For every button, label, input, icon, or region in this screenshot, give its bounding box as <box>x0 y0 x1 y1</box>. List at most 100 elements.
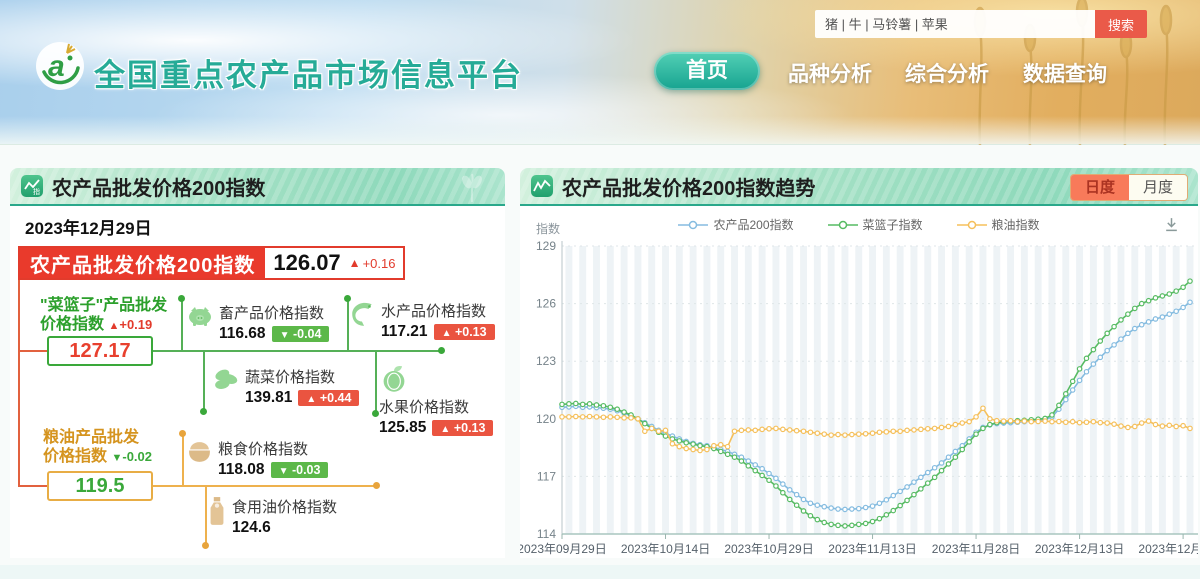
svg-text:2023年11月28日: 2023年11月28日 <box>932 542 1021 556</box>
branch-line <box>203 352 205 410</box>
down-arrow-icon: ▼ <box>111 452 122 464</box>
sub-index-value: 118.08 <box>218 461 265 479</box>
search-button[interactable]: 搜索 <box>1095 10 1147 38</box>
sub-index-value: 139.81 <box>245 389 292 407</box>
fruit-icon <box>379 364 409 394</box>
index-chart-icon: 指 <box>20 174 44 198</box>
branch-dot <box>178 295 185 302</box>
chart-legend: 农产品200指数 菜篮子指数 粮油指数 <box>520 216 1198 233</box>
svg-text:2023年10月29日: 2023年10月29日 <box>724 542 813 556</box>
site-title: 全国重点农产品市场信息平台 <box>94 50 523 95</box>
pig-icon <box>186 302 214 328</box>
sub-index-label: 水果价格指数 <box>379 396 493 417</box>
svg-text:114: 114 <box>537 527 556 541</box>
trend-chart[interactable]: 指数 农产品200指数菜篮子指数粮油指数 1141171201231261292… <box>520 206 1198 558</box>
sub-index-value: 125.85 <box>379 419 426 437</box>
svg-text:126: 126 <box>536 297 556 311</box>
sub-index-label: 粮食价格指数 <box>218 438 328 459</box>
grain-oil-index-value: 119.5 <box>47 471 153 501</box>
sub-index-livestock: 畜产品价格指数 116.68 ▼ -0.04 <box>186 302 329 343</box>
wheat-watermark-icon <box>455 170 489 204</box>
site-logo[interactable]: a <box>34 40 86 92</box>
shrimp-icon <box>350 300 376 328</box>
branch-line <box>347 299 349 350</box>
nav-tab-home[interactable]: 首页 <box>654 52 760 90</box>
index-panel-title: 农产品批发价格200指数 <box>52 172 265 201</box>
toggle-daily[interactable]: 日度 <box>1071 175 1129 200</box>
branch-dot <box>438 347 445 354</box>
sub-index-vegetable: 蔬菜价格指数 139.81 ▲ +0.44 <box>213 366 359 407</box>
hero-banner: a 全国重点农产品市场信息平台 搜索 首页 品种分析 综合分析 数据查询 <box>0 0 1200 145</box>
trend-plot[interactable]: 114 117 120 123 126 129 2023年09月29日 2023年10月14日… <box>520 234 1198 559</box>
change-badge: ▲ +0.13 <box>434 324 495 340</box>
branch-line <box>181 299 183 350</box>
svg-text:117: 117 <box>537 469 556 483</box>
svg-text:120: 120 <box>536 412 556 426</box>
basket-index-title: "菜篮子"产品批发 价格指数 ▲+0.19 <box>40 296 167 336</box>
svg-text:2023年11月13日: 2023年11月13日 <box>828 542 917 556</box>
sub-index-value: 117.21 <box>381 323 428 341</box>
tree-connector <box>18 350 49 352</box>
change-badge: ▼ -0.03 <box>271 462 329 478</box>
sub-index-fruit: 水果价格指数 125.85 ▲ +0.13 <box>379 364 493 437</box>
period-toggle: 日度 月度 <box>1070 174 1188 201</box>
legend-item[interactable]: 粮油指数 <box>957 216 1040 233</box>
grain-branch-line <box>153 485 377 487</box>
legend-item[interactable]: 菜篮子指数 <box>828 216 923 233</box>
oil-bottle-icon <box>207 496 227 526</box>
sub-index-label: 畜产品价格指数 <box>219 302 329 323</box>
index-panel: 指 农产品批发价格200指数 2023年12月29日 农产品批发价格200指数 … <box>10 168 505 558</box>
nav-tab-comprehensive-analysis[interactable]: 综合分析 <box>905 58 989 88</box>
sub-index-label: 蔬菜价格指数 <box>245 366 359 387</box>
sub-index-oil: 食用油价格指数 124.6 <box>207 496 337 537</box>
nav-tab-variety-analysis[interactable]: 品种分析 <box>788 58 872 88</box>
svg-text:123: 123 <box>536 354 556 368</box>
branch-dot <box>200 408 207 415</box>
svg-text:2023年10月14日: 2023年10月14日 <box>621 542 710 556</box>
main-index-change: ▲ +0.16 <box>349 248 404 278</box>
bottom-section <box>0 565 1200 579</box>
trend-panel-title: 农产品批发价格200指数趋势 <box>562 172 815 201</box>
main-index-value: 126.07 <box>265 248 348 278</box>
sub-index-aquatic: 水产品价格指数 117.21 ▲ +0.13 <box>350 300 495 341</box>
branch-line <box>182 434 184 485</box>
page: a 全国重点农产品市场信息平台 搜索 首页 品种分析 综合分析 数据查询 指 农… <box>0 0 1200 579</box>
up-arrow-icon: ▲ <box>349 256 361 270</box>
rice-pot-icon <box>186 438 213 465</box>
tree-trunk-line <box>18 280 20 487</box>
svg-text:指: 指 <box>33 187 40 196</box>
grain-oil-index-title: 粮油产品批发 价格指数 ▼-0.02 <box>43 428 152 468</box>
index-panel-header: 指 农产品批发价格200指数 <box>10 168 505 206</box>
trend-panel: 农产品批发价格200指数趋势 日度 月度 指数 农产品200指数菜篮子指数粮油指… <box>520 168 1198 558</box>
trend-chart-icon <box>530 174 554 198</box>
basket-branch-line <box>153 350 441 352</box>
branch-dot <box>372 410 379 417</box>
main-index-bar: 农产品批发价格200指数 126.07 ▲ +0.16 <box>18 246 405 280</box>
svg-text:2023年09月29日: 2023年09月29日 <box>520 542 607 556</box>
sub-index-value: 124.6 <box>232 519 271 537</box>
trend-panel-header: 农产品批发价格200指数趋势 日度 月度 <box>520 168 1198 206</box>
change-badge: ▲ +0.44 <box>298 390 359 406</box>
branch-line <box>375 352 377 412</box>
change-badge: ▲ +0.13 <box>432 420 493 436</box>
branch-dot <box>373 482 380 489</box>
legend-item[interactable]: 农产品200指数 <box>678 216 793 233</box>
branch-dot <box>179 430 186 437</box>
svg-text:2023年12月28日: 2023年12月28日 <box>1138 542 1198 556</box>
up-arrow-icon: ▲ <box>108 320 119 332</box>
basket-index-value: 127.17 <box>47 336 153 366</box>
svg-text:a: a <box>48 50 65 83</box>
branch-dot <box>202 542 209 549</box>
vegetable-icon <box>213 366 240 392</box>
report-date: 2023年12月29日 <box>25 214 152 239</box>
tree-connector <box>18 485 49 487</box>
toggle-monthly[interactable]: 月度 <box>1129 175 1187 200</box>
search-bar: 搜索 <box>815 10 1147 38</box>
search-input[interactable] <box>815 10 1095 38</box>
main-index-label: 农产品批发价格200指数 <box>20 248 265 278</box>
sub-index-value: 116.68 <box>219 325 266 343</box>
svg-text:129: 129 <box>536 239 556 253</box>
nav-tab-data-query[interactable]: 数据查询 <box>1023 58 1107 88</box>
sub-index-label: 食用油价格指数 <box>232 496 337 517</box>
svg-text:2023年12月13日: 2023年12月13日 <box>1035 542 1124 556</box>
